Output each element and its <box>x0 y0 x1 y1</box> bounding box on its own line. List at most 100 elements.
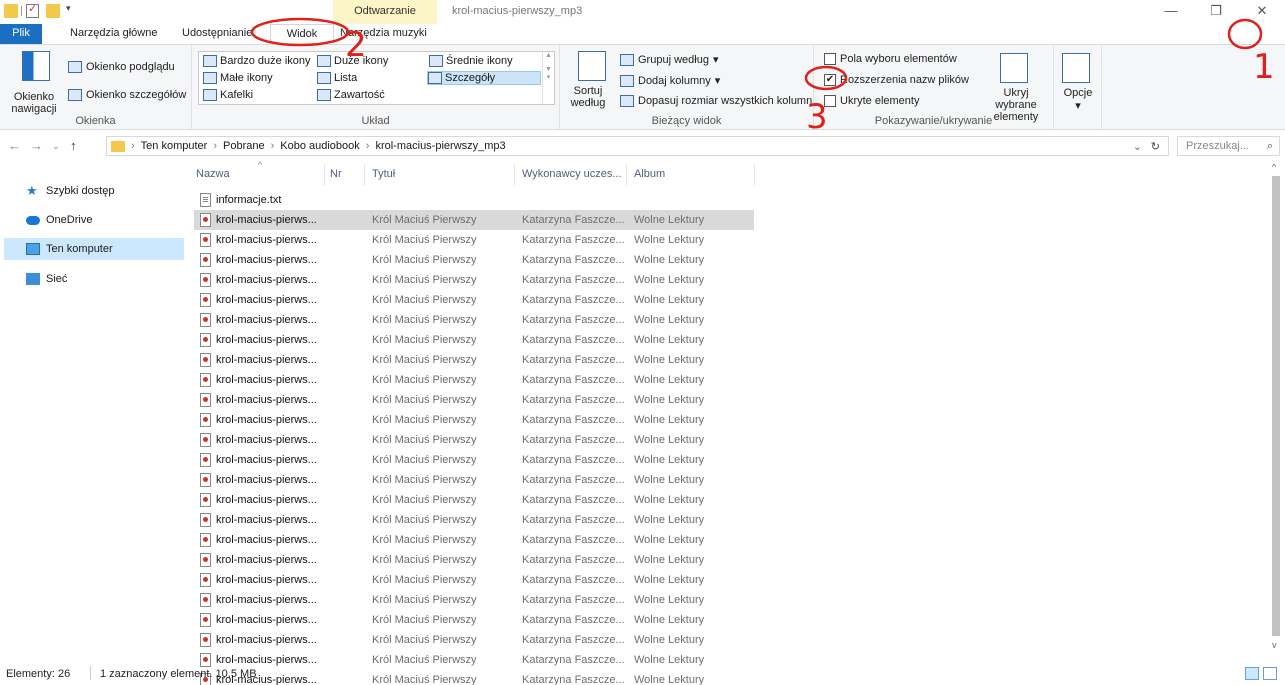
table-row[interactable]: krol-macius-pierws... Król Maciuś Pierwsz… <box>194 210 754 230</box>
navigation-pane-button[interactable]: Okienko nawigacji <box>4 91 64 115</box>
table-row[interactable]: krol-macius-pierws... Król Maciuś Pierwsz… <box>194 630 754 650</box>
table-row[interactable]: krol-macius-pierws... Król Maciuś Pierwsz… <box>194 310 754 330</box>
refresh-icon[interactable]: ↻ <box>1151 140 1160 153</box>
back-arrow-icon[interactable]: ← <box>8 138 21 153</box>
tab-share[interactable]: Udostępnianie <box>178 24 256 44</box>
item-checkboxes-toggle[interactable]: Pola wyboru elementów <box>824 53 957 65</box>
table-row[interactable]: krol-macius-pierws... Król Maciuś Pierwsz… <box>194 230 754 250</box>
scroll-down-icon[interactable]: v <box>1272 640 1277 650</box>
fit-columns-button[interactable]: Dopasuj rozmiar wszystkich kolumn <box>620 95 812 107</box>
layout-list[interactable]: Lista <box>317 72 357 84</box>
layout-medium-icons[interactable]: Średnie ikony <box>429 55 513 67</box>
sort-by-icon[interactable] <box>578 51 606 81</box>
breadcrumb-separator[interactable]: › <box>366 140 370 152</box>
table-row[interactable]: krol-macius-pierws... Król Maciuś Pierwsz… <box>194 530 754 550</box>
new-folder-icon[interactable] <box>46 4 60 18</box>
nav-item-quick-access[interactable]: ★ Szybki dostęp <box>4 180 184 202</box>
table-row[interactable]: krol-macius-pierws... Król Maciuś Pierwsz… <box>194 510 754 530</box>
options-button[interactable]: Opcje ▾ <box>1060 87 1096 112</box>
table-row[interactable]: krol-macius-pierws... Król Maciuś Pierwsz… <box>194 370 754 390</box>
file-album: Wolne Lektury <box>634 534 705 546</box>
address-history-icon[interactable]: ⌄ <box>1133 140 1142 153</box>
file-title: Król Maciuś Pierwszy <box>372 274 477 286</box>
forward-arrow-icon[interactable]: → <box>30 138 43 153</box>
table-row[interactable]: krol-macius-pierws... Król Maciuś Pierwsz… <box>194 430 754 450</box>
layout-extra-large-icons[interactable]: Bardzo duże ikony <box>203 55 311 67</box>
column-divider[interactable] <box>324 164 325 186</box>
table-row[interactable]: krol-macius-pierws... Król Maciuś Pierwsz… <box>194 570 754 590</box>
column-header-artist[interactable]: Wykonawcy uczes... <box>522 168 622 180</box>
scroll-up-icon[interactable]: ^ <box>1272 162 1276 172</box>
sort-by-button[interactable]: Sortuj według <box>566 85 610 109</box>
column-header-title[interactable]: Tytuł <box>372 168 395 180</box>
table-row[interactable]: krol-macius-pierws... Król Maciuś Pierwsz… <box>194 590 754 610</box>
layout-tiles[interactable]: Kafelki <box>203 89 253 101</box>
large-icons-view-icon[interactable] <box>1263 667 1277 680</box>
layout-content[interactable]: Zawartość <box>317 89 385 101</box>
table-row[interactable]: krol-macius-pierws... Król Maciuś Pierwsz… <box>194 470 754 490</box>
nav-item-network[interactable]: Sieć <box>4 268 184 290</box>
file-extensions-toggle[interactable]: ✔ Rozszerzenia nazw plików <box>824 74 969 86</box>
breadcrumb-item[interactable]: Ten komputer <box>141 140 208 152</box>
nav-item-onedrive[interactable]: OneDrive <box>4 209 184 231</box>
navigation-pane-icon[interactable] <box>22 51 50 81</box>
details-pane-button[interactable]: Okienko szczegółów <box>68 89 186 101</box>
layout-small-icons[interactable]: Małe ikony <box>203 72 273 84</box>
table-row[interactable]: krol-macius-pierws... Król Maciuś Pierwsz… <box>194 350 754 370</box>
breadcrumb-separator[interactable]: › <box>213 140 217 152</box>
file-album: Wolne Lektury <box>634 474 705 486</box>
details-view-icon[interactable] <box>1245 667 1259 680</box>
layout-gallery: Bardzo duże ikony Duże ikony Średnie iko… <box>198 51 555 105</box>
table-row[interactable]: krol-macius-pierws... Król Maciuś Pierwsz… <box>194 610 754 630</box>
column-header-number[interactable]: Nr <box>330 168 342 180</box>
column-divider[interactable] <box>626 164 627 186</box>
table-row[interactable]: krol-macius-pierws... Król Maciuś Pierwsz… <box>194 490 754 510</box>
group-by-button[interactable]: Grupuj według ▾ <box>620 53 718 66</box>
preview-pane-button[interactable]: Okienko podglądu <box>68 61 175 73</box>
table-row[interactable]: krol-macius-pierws... Król Maciuś Pierwsz… <box>194 290 754 310</box>
column-header-name[interactable]: Nazwa <box>196 168 230 180</box>
hide-selected-icon[interactable] <box>1000 53 1028 83</box>
table-row[interactable]: krol-macius-pierws... Król Maciuś Pierwsz… <box>194 450 754 470</box>
table-row[interactable]: krol-macius-pierws... Król Maciuś Pierwsz… <box>194 550 754 570</box>
properties-icon[interactable] <box>26 2 39 18</box>
table-row[interactable]: krol-macius-pierws... Król Maciuś Pierwsz… <box>194 390 754 410</box>
nav-item-this-pc[interactable]: Ten komputer <box>4 238 184 260</box>
qat-customize-icon[interactable]: ▾ <box>66 3 71 14</box>
table-row[interactable]: informacje.txt <box>194 190 754 210</box>
column-divider[interactable] <box>514 164 515 186</box>
address-field[interactable]: › Ten komputer › Pobrane › Kobo audioboo… <box>106 136 1169 156</box>
minimize-button[interactable]: — <box>1148 0 1194 24</box>
breadcrumb-item[interactable]: Kobo audiobook <box>280 140 360 152</box>
scrollbar-thumb[interactable] <box>1272 176 1280 636</box>
layout-gallery-scroll[interactable]: ▲ ▼ ▾ <box>542 52 554 104</box>
table-row[interactable]: krol-macius-pierws... Król Maciuś Pierwsz… <box>194 330 754 350</box>
vertical-scrollbar[interactable]: ^ v <box>1268 160 1285 655</box>
layout-group-label: Układ <box>361 115 390 127</box>
breadcrumb-separator[interactable]: › <box>131 140 135 152</box>
table-row[interactable]: krol-macius-pierws... Król Maciuś Pierwsz… <box>194 250 754 270</box>
column-divider[interactable] <box>364 164 365 186</box>
restore-button[interactable]: ❐ <box>1193 0 1239 24</box>
column-divider[interactable] <box>754 164 755 186</box>
hidden-items-toggle[interactable]: Ukryte elementy <box>824 95 919 107</box>
table-row[interactable]: krol-macius-pierws... Król Maciuś Pierwsz… <box>194 270 754 290</box>
tab-file[interactable]: Plik <box>0 24 42 44</box>
up-arrow-icon[interactable]: ↑ <box>70 138 77 153</box>
table-row[interactable]: krol-macius-pierws... Król Maciuś Pierwsz… <box>194 410 754 430</box>
close-button[interactable]: ✕ <box>1239 0 1285 24</box>
breadcrumb-separator[interactable]: › <box>271 140 275 152</box>
recent-locations-icon[interactable]: ⌄ <box>52 141 60 152</box>
layout-details[interactable]: Szczegóły <box>427 71 541 85</box>
search-input[interactable]: Przeszukaj... ⌕ <box>1177 136 1280 156</box>
file-title: Król Maciuś Pierwszy <box>372 614 477 626</box>
breadcrumb-item[interactable]: Pobrane <box>223 140 265 152</box>
breadcrumb-item[interactable]: krol-macius-pierwszy_mp3 <box>375 140 505 152</box>
options-icon[interactable] <box>1062 53 1090 83</box>
column-header-album[interactable]: Album <box>634 168 665 180</box>
file-artist: Katarzyna Faszcze... <box>522 554 625 566</box>
file-artist: Katarzyna Faszcze... <box>522 594 625 606</box>
tab-view[interactable]: Widok <box>270 24 334 44</box>
tab-home[interactable]: Narzędzia główne <box>66 24 161 44</box>
add-columns-button[interactable]: Dodaj kolumny ▾ <box>620 74 720 87</box>
